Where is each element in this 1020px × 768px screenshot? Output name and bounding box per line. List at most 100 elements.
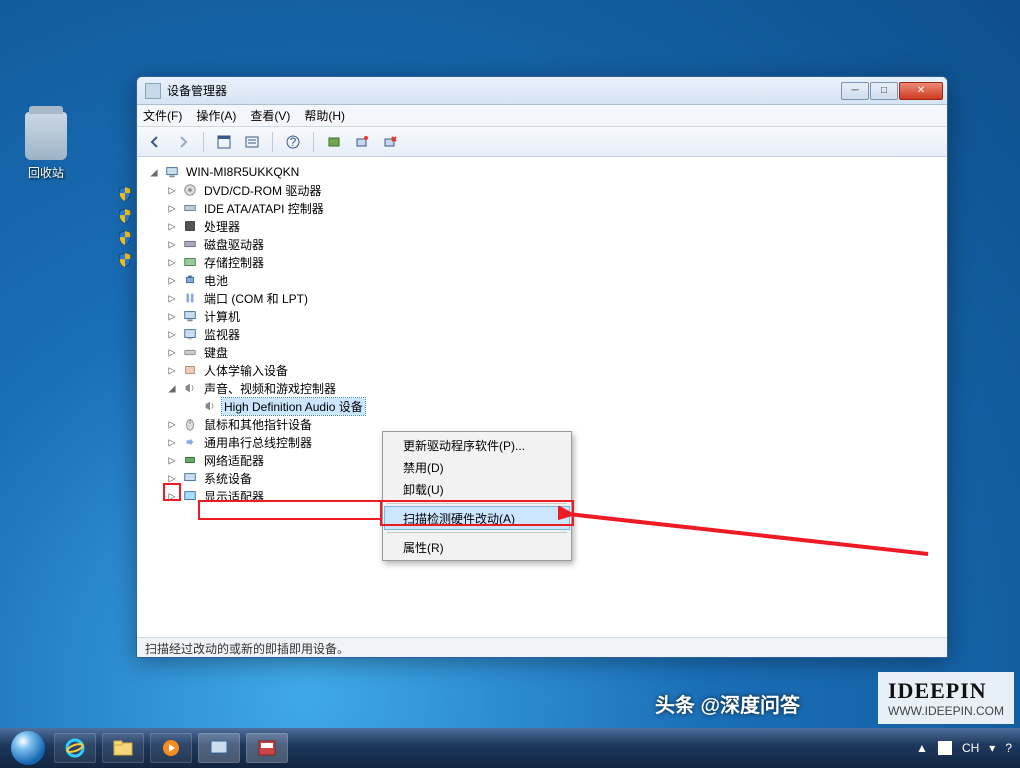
tb-uninstall-icon[interactable] xyxy=(378,130,402,154)
tb-icon-2[interactable] xyxy=(240,130,264,154)
tb-update-icon[interactable] xyxy=(322,130,346,154)
windows-orb-icon xyxy=(11,731,45,765)
ime-help-icon[interactable]: ? xyxy=(1005,741,1012,755)
menu-help[interactable]: 帮助(H) xyxy=(304,107,345,124)
tree-device-selected[interactable]: High Definition Audio 设备 xyxy=(138,397,946,415)
category-icon xyxy=(182,452,198,468)
category-label: 系统设备 xyxy=(202,470,254,487)
highlight-expand-box xyxy=(163,483,181,501)
system-tray[interactable]: ▲ CH ▾ ? xyxy=(916,741,1012,755)
tree-category[interactable]: ▷监视器 xyxy=(138,325,946,343)
taskbar-explorer[interactable] xyxy=(102,733,144,763)
taskbar-wmp[interactable] xyxy=(150,733,192,763)
category-label: 计算机 xyxy=(202,308,242,325)
start-button[interactable] xyxy=(8,728,48,768)
forward-button[interactable] xyxy=(171,130,195,154)
svg-text:?: ? xyxy=(290,135,297,149)
expand-icon[interactable]: ▷ xyxy=(166,255,178,269)
tb-help-icon[interactable]: ? xyxy=(281,130,305,154)
close-button[interactable]: ✕ xyxy=(899,82,943,100)
category-label: 存储控制器 xyxy=(202,254,266,271)
category-label: 鼠标和其他指针设备 xyxy=(202,416,314,433)
category-label: 网络适配器 xyxy=(202,452,266,469)
category-icon xyxy=(182,470,198,486)
expand-icon[interactable]: ▷ xyxy=(166,327,178,341)
tb-icon-1[interactable] xyxy=(212,130,236,154)
toolbar: ? xyxy=(137,127,947,157)
tree-category[interactable]: ▷ 处理器 xyxy=(138,217,946,235)
expand-icon[interactable]: ▷ xyxy=(166,309,178,323)
tree-category[interactable]: ▷ 端口 (COM 和 LPT) xyxy=(138,289,946,307)
status-text: 扫描经过改动的或新的即插即用设备。 xyxy=(145,642,349,656)
expand-icon[interactable]: ▷ xyxy=(166,183,178,197)
menu-view[interactable]: 查看(V) xyxy=(250,107,290,124)
taskbar-ie[interactable] xyxy=(54,733,96,763)
tray-up-icon[interactable]: ▲ xyxy=(916,741,928,755)
tree-category[interactable]: ▷ DVD/CD-ROM 驱动器 xyxy=(138,181,946,199)
tree-category[interactable]: ◢ 声音、视频和游戏控制器 xyxy=(138,379,946,397)
expand-icon[interactable]: ◢ xyxy=(166,381,178,395)
collapse-icon[interactable]: ◢ xyxy=(148,165,160,179)
category-icon xyxy=(182,182,198,198)
statusbar: 扫描经过改动的或新的即插即用设备。 xyxy=(137,637,947,657)
tree-category[interactable]: ▷ 磁盘驱动器 xyxy=(138,235,946,253)
red-arrow xyxy=(558,506,938,566)
expand-icon[interactable]: ▷ xyxy=(166,291,178,305)
ime-options-icon[interactable]: ▾ xyxy=(989,741,995,755)
tree-category[interactable]: ▷ 存储控制器 xyxy=(138,253,946,271)
category-label: 声音、视频和游戏控制器 xyxy=(202,380,338,397)
category-icon xyxy=(182,488,198,504)
category-icon xyxy=(182,434,198,450)
expand-icon[interactable]: ▷ xyxy=(166,345,178,359)
tree-category[interactable]: ▷人体学输入设备 xyxy=(138,361,946,379)
tree-category[interactable]: ▷键盘 xyxy=(138,343,946,361)
ctx-properties[interactable]: 属性(R) xyxy=(385,536,569,558)
expand-icon[interactable]: ▷ xyxy=(166,237,178,251)
ime-indicator[interactable]: CH xyxy=(962,741,979,755)
category-label: 磁盘驱动器 xyxy=(202,236,266,253)
category-label: 处理器 xyxy=(202,218,242,235)
computer-icon xyxy=(164,164,180,180)
recycle-bin[interactable]: 回收站 xyxy=(18,112,74,181)
minimize-button[interactable]: ─ xyxy=(841,82,869,100)
category-icon xyxy=(182,344,198,360)
category-icon xyxy=(182,380,198,396)
tree-category[interactable]: ▷ 电池 xyxy=(138,271,946,289)
back-button[interactable] xyxy=(143,130,167,154)
tb-scan-icon[interactable] xyxy=(350,130,374,154)
expand-icon[interactable]: ▷ xyxy=(166,363,178,377)
expand-icon[interactable]: ▷ xyxy=(166,273,178,287)
menu-action[interactable]: 操作(A) xyxy=(196,107,236,124)
expand-icon[interactable]: ▷ xyxy=(166,453,178,467)
tree-category[interactable]: ▷ 计算机 xyxy=(138,307,946,325)
tree-root[interactable]: ◢ WIN-MI8R5UKKQKN xyxy=(138,163,946,181)
ctx-uninstall[interactable]: 卸载(U) xyxy=(385,478,569,500)
category-icon xyxy=(182,236,198,252)
taskbar-devmgr[interactable] xyxy=(198,733,240,763)
titlebar[interactable]: 设备管理器 ─ □ ✕ xyxy=(137,77,947,105)
maximize-button[interactable]: □ xyxy=(870,82,898,100)
speaker-icon xyxy=(202,398,218,414)
expand-icon[interactable]: ▷ xyxy=(166,201,178,215)
device-manager-window: 设备管理器 ─ □ ✕ 文件(F) 操作(A) 查看(V) 帮助(H) ? ◢ … xyxy=(136,76,948,658)
category-label: DVD/CD-ROM 驱动器 xyxy=(202,182,323,199)
expand-icon[interactable]: ▷ xyxy=(166,417,178,431)
action-center-icon[interactable] xyxy=(938,741,952,755)
category-icon xyxy=(182,254,198,270)
expand-icon[interactable]: ▷ xyxy=(166,435,178,449)
ctx-update-driver[interactable]: 更新驱动程序软件(P)... xyxy=(385,434,569,456)
tree-category[interactable]: ▷ IDE ATA/ATAPI 控制器 xyxy=(138,199,946,217)
menu-file[interactable]: 文件(F) xyxy=(143,107,182,124)
category-label: 电池 xyxy=(202,272,230,289)
window-icon xyxy=(145,83,161,99)
expand-icon[interactable]: ▷ xyxy=(166,219,178,233)
ctx-disable[interactable]: 禁用(D) xyxy=(385,456,569,478)
category-icon xyxy=(182,308,198,324)
ctx-separator xyxy=(387,532,567,533)
taskbar-app2[interactable] xyxy=(246,733,288,763)
window-title: 设备管理器 xyxy=(167,82,841,99)
category-label: 端口 (COM 和 LPT) xyxy=(202,290,310,307)
menubar: 文件(F) 操作(A) 查看(V) 帮助(H) xyxy=(137,105,947,127)
root-label: WIN-MI8R5UKKQKN xyxy=(184,165,301,179)
category-label: IDE ATA/ATAPI 控制器 xyxy=(202,200,326,217)
